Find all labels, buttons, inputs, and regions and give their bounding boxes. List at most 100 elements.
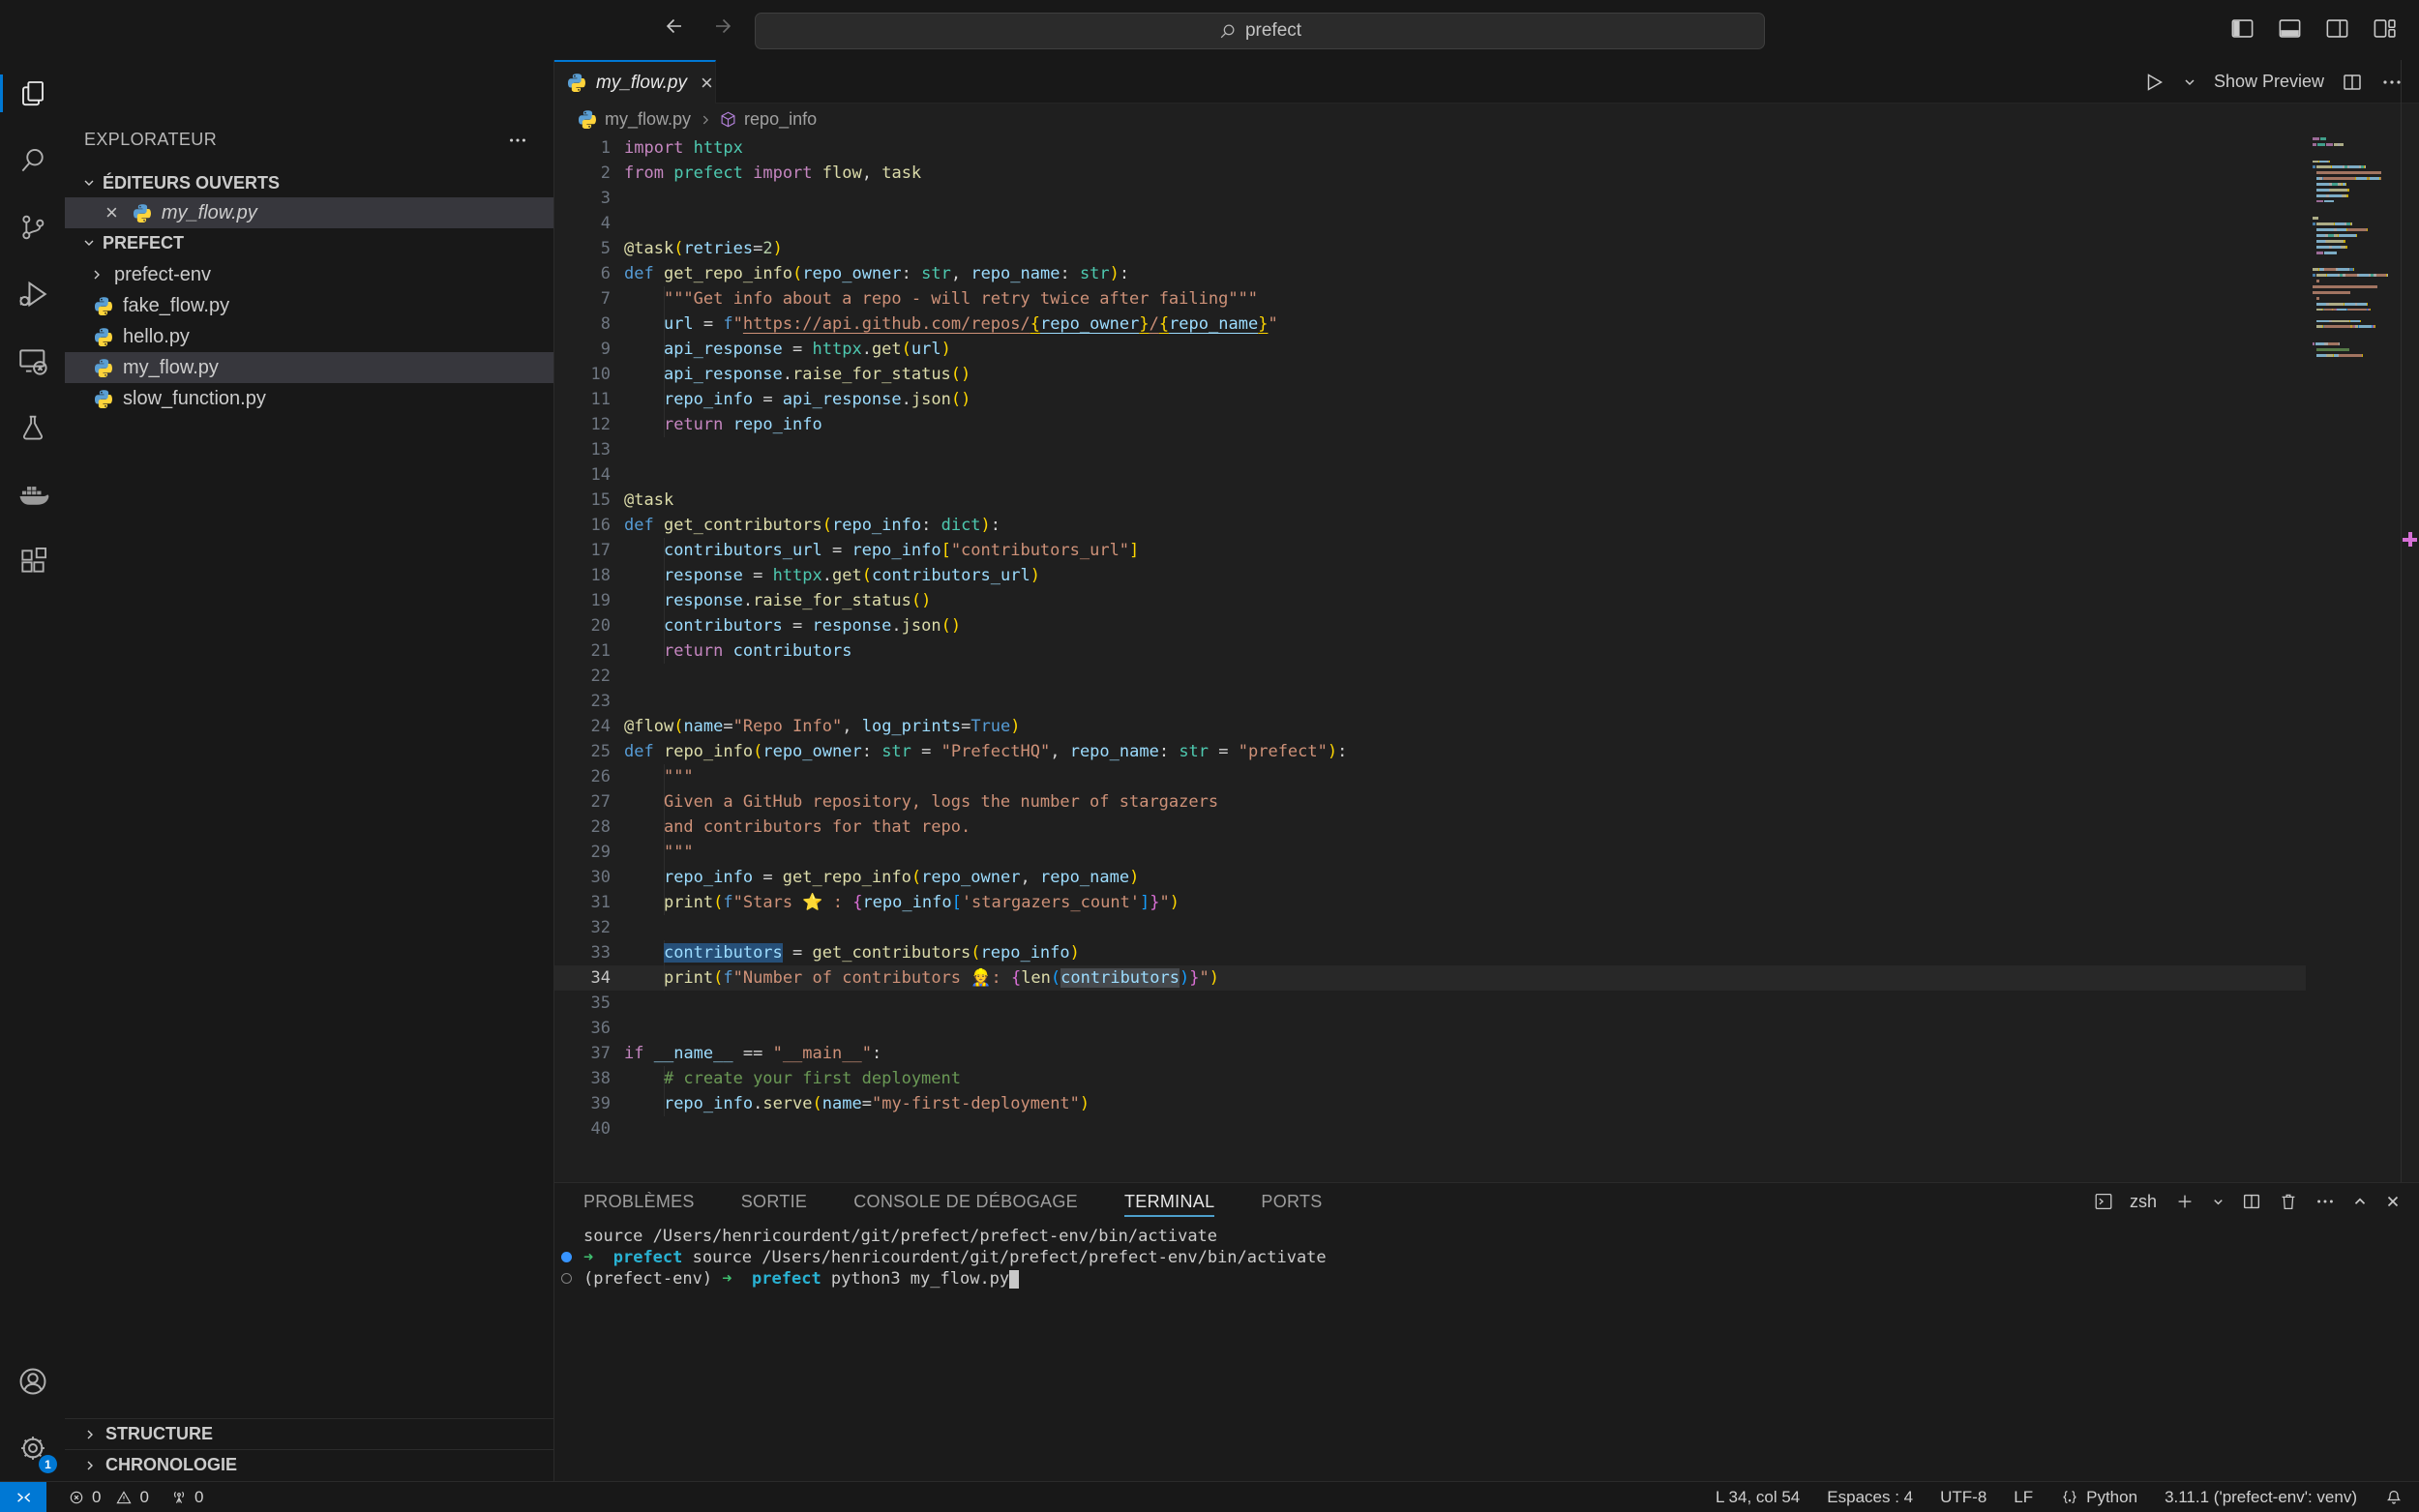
- code-line[interactable]: 5@task(retries=2): [554, 236, 2306, 261]
- code-line[interactable]: 16def get_contributors(repo_info: dict):: [554, 513, 2306, 538]
- test-beaker-icon[interactable]: [0, 394, 65, 460]
- code-line[interactable]: 38 # create your first deployment: [554, 1066, 2306, 1091]
- code-line[interactable]: 21 return contributors: [554, 638, 2306, 664]
- code-line[interactable]: 8 url = f"https://api.github.com/repos/{…: [554, 311, 2306, 337]
- new-terminal-icon[interactable]: [2174, 1191, 2195, 1212]
- code-line[interactable]: 35: [554, 991, 2306, 1016]
- sidebar-item-hello-py[interactable]: hello.py: [65, 321, 553, 352]
- sidebar-item-my-flow-py[interactable]: my_flow.py: [65, 352, 553, 383]
- sidebar-item-fake-flow-py[interactable]: fake_flow.py: [65, 290, 553, 321]
- code-line[interactable]: 7 """Get info about a repo - will retry …: [554, 286, 2306, 311]
- remote-indicator[interactable]: [0, 1482, 46, 1512]
- explorer-more-actions-icon[interactable]: [507, 130, 528, 151]
- tab-close-icon[interactable]: ×: [701, 71, 713, 96]
- code-line[interactable]: 25def repo_info(repo_owner: str = "Prefe…: [554, 739, 2306, 764]
- panel-tab-ports[interactable]: PORTS: [1261, 1183, 1322, 1220]
- project-section-header[interactable]: PREFECT: [65, 228, 553, 257]
- code-line[interactable]: 15@task: [554, 488, 2306, 513]
- code-line[interactable]: 34 print(f"Number of contributors 👷: {le…: [554, 965, 2306, 991]
- open-editors-section-header[interactable]: ÉDITEURS OUVERTS: [65, 168, 553, 197]
- close-icon[interactable]: ×: [105, 203, 118, 222]
- panel-tab-console-de-d-bogage[interactable]: CONSOLE DE DÉBOGAGE: [853, 1183, 1078, 1220]
- code-line[interactable]: 12 return repo_info: [554, 412, 2306, 437]
- run-debug-icon[interactable]: [0, 260, 65, 327]
- source-control-icon[interactable]: [0, 193, 65, 260]
- split-terminal-icon[interactable]: [2241, 1191, 2262, 1212]
- panel-more-actions-icon[interactable]: [2314, 1191, 2336, 1212]
- code-line[interactable]: 30 repo_info = get_repo_info(repo_owner,…: [554, 865, 2306, 890]
- code-line[interactable]: 10 api_response.raise_for_status(): [554, 362, 2306, 387]
- code-line[interactable]: 37if __name__ == "__main__":: [554, 1041, 2306, 1066]
- panel-tab-sortie[interactable]: SORTIE: [741, 1183, 807, 1220]
- code-line[interactable]: 14: [554, 462, 2306, 488]
- terminal-output[interactable]: source /Users/henricourdent/git/prefect/…: [554, 1226, 2419, 1290]
- code-line[interactable]: 23: [554, 689, 2306, 714]
- run-dropdown-chevron-icon[interactable]: [2182, 74, 2197, 90]
- sidebar-item-slow-function-py[interactable]: slow_function.py: [65, 383, 553, 414]
- python-interpreter-status[interactable]: 3.11.1 ('prefect-env': venv): [2165, 1488, 2357, 1507]
- code-line[interactable]: 26 """: [554, 764, 2306, 789]
- command-center-search[interactable]: prefect: [755, 13, 1765, 49]
- code-line[interactable]: 3: [554, 186, 2306, 211]
- docker-icon[interactable]: [0, 460, 65, 527]
- sidebar-item-prefect-env[interactable]: prefect-env: [65, 259, 553, 290]
- run-python-file-icon[interactable]: [2142, 71, 2165, 94]
- timeline-section-header[interactable]: CHRONOLOGIE: [65, 1449, 553, 1480]
- code-line[interactable]: 33 contributors = get_contributors(repo_…: [554, 940, 2306, 965]
- panel-tab-probl-mes[interactable]: PROBLÈMES: [583, 1183, 695, 1220]
- code-editor[interactable]: 1import httpx2from prefect import flow, …: [554, 135, 2306, 1141]
- minimap[interactable]: [2313, 137, 2398, 366]
- breadcrumb-symbol[interactable]: repo_info: [744, 109, 817, 130]
- code-line[interactable]: 24@flow(name="Repo Info", log_prints=Tru…: [554, 714, 2306, 739]
- language-status[interactable]: Python: [2060, 1488, 2137, 1507]
- maximize-panel-icon[interactable]: [2351, 1193, 2369, 1210]
- ports-status[interactable]: 0: [170, 1488, 203, 1507]
- toggle-panel-icon[interactable]: [2277, 15, 2303, 42]
- toggle-primary-sidebar-icon[interactable]: [2229, 15, 2255, 42]
- code-line[interactable]: 19 response.raise_for_status(): [554, 588, 2306, 613]
- code-line[interactable]: 2from prefect import flow, task: [554, 161, 2306, 186]
- tab-my-flow[interactable]: my_flow.py ×: [554, 60, 716, 104]
- structure-section-header[interactable]: STRUCTURE: [65, 1418, 553, 1449]
- toggle-secondary-sidebar-icon[interactable]: [2324, 15, 2350, 42]
- encoding-status[interactable]: UTF-8: [1940, 1488, 1986, 1507]
- notifications-bell-icon[interactable]: [2384, 1488, 2404, 1507]
- show-preview-button[interactable]: Show Preview: [2214, 72, 2324, 92]
- breadcrumb-file[interactable]: my_flow.py: [605, 109, 691, 130]
- indentation-status[interactable]: Espaces : 4: [1827, 1488, 1913, 1507]
- code-line[interactable]: 31 print(f"Stars ⭐ : {repo_info['stargaz…: [554, 890, 2306, 915]
- code-line[interactable]: 20 contributors = response.json(): [554, 613, 2306, 638]
- split-editor-icon[interactable]: [2341, 71, 2364, 94]
- cursor-position-status[interactable]: L 34, col 54: [1716, 1488, 1800, 1507]
- problems-status[interactable]: 0 0: [68, 1488, 149, 1507]
- customize-layout-icon[interactable]: [2372, 15, 2398, 42]
- panel-tab-terminal[interactable]: TERMINAL: [1124, 1183, 1214, 1220]
- code-line[interactable]: 32: [554, 915, 2306, 940]
- eol-status[interactable]: LF: [2014, 1488, 2033, 1507]
- account-icon[interactable]: [0, 1348, 65, 1414]
- extensions-icon[interactable]: [0, 527, 65, 594]
- code-line[interactable]: 40: [554, 1116, 2306, 1141]
- code-line[interactable]: 27 Given a GitHub repository, logs the n…: [554, 789, 2306, 815]
- code-line[interactable]: 17 contributors_url = repo_info["contrib…: [554, 538, 2306, 563]
- back-arrow-icon[interactable]: [663, 15, 686, 38]
- code-line[interactable]: 9 api_response = httpx.get(url): [554, 337, 2306, 362]
- explorer-icon[interactable]: [0, 60, 65, 127]
- search-sidebar-icon[interactable]: [0, 127, 65, 193]
- terminal-dropdown-chevron-icon[interactable]: [2211, 1195, 2225, 1209]
- close-panel-icon[interactable]: [2384, 1193, 2402, 1210]
- code-line[interactable]: 13: [554, 437, 2306, 462]
- code-line[interactable]: 11 repo_info = api_response.json(): [554, 387, 2306, 412]
- settings-gear-icon[interactable]: 1: [0, 1414, 65, 1481]
- code-line[interactable]: 22: [554, 664, 2306, 689]
- kill-terminal-icon[interactable]: [2278, 1191, 2299, 1212]
- code-line[interactable]: 28 and contributors for that repo.: [554, 815, 2306, 840]
- code-line[interactable]: 1import httpx: [554, 135, 2306, 161]
- code-line[interactable]: 36: [554, 1016, 2306, 1041]
- shell-label[interactable]: zsh: [2130, 1192, 2157, 1212]
- open-editor-item[interactable]: ×my_flow.py: [65, 197, 553, 228]
- code-line[interactable]: 39 repo_info.serve(name="my-first-deploy…: [554, 1091, 2306, 1116]
- code-line[interactable]: 18 response = httpx.get(contributors_url…: [554, 563, 2306, 588]
- code-line[interactable]: 29 """: [554, 840, 2306, 865]
- forward-arrow-icon[interactable]: [711, 15, 734, 38]
